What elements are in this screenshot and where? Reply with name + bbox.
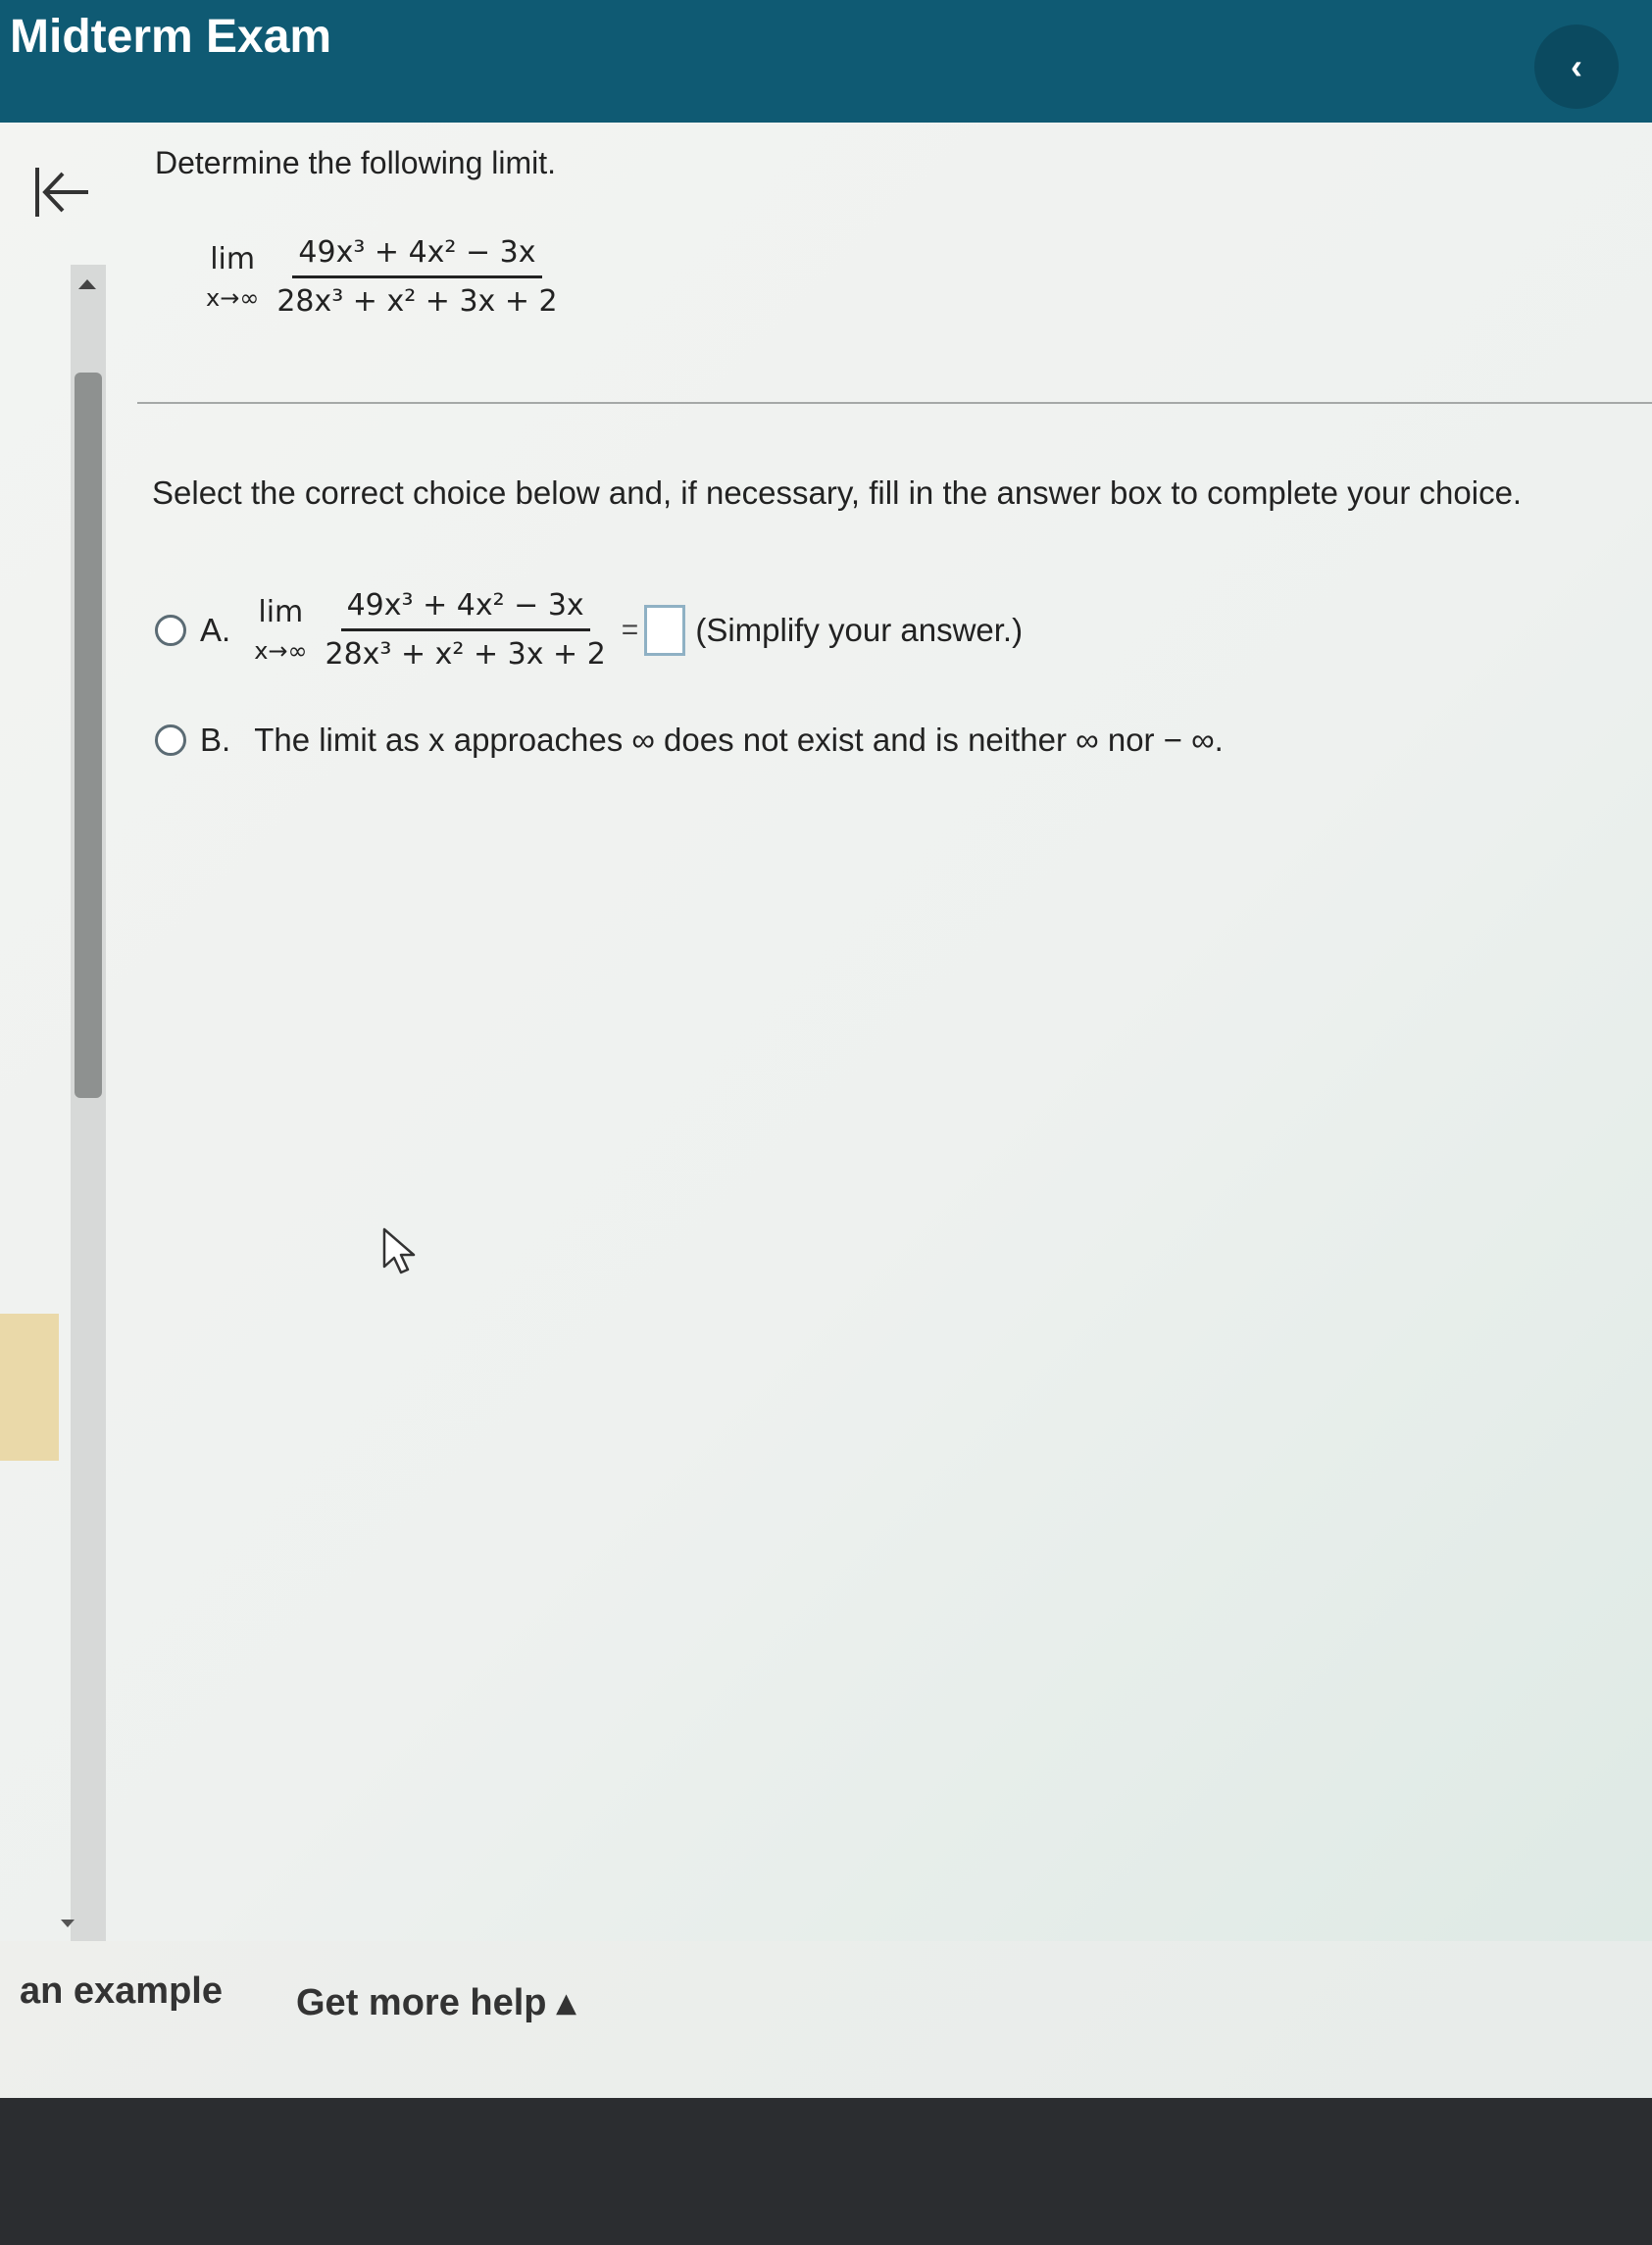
choice-b[interactable]: B. The limit as x approaches ∞ does not … (155, 722, 1224, 759)
scroll-down-arrow-icon[interactable] (61, 1920, 75, 1927)
choice-a-radio[interactable] (155, 614, 186, 646)
top-bar: Midterm Exam ‹ (0, 0, 1652, 123)
lim-approach: x→∞ (254, 637, 308, 665)
limit-fraction: 49x³ + 4x² − 3x 28x³ + x² + 3x + 2 (271, 235, 563, 319)
choice-a[interactable]: A. lim x→∞ 49x³ + 4x² − 3x 28x³ + x² + 3… (155, 588, 1023, 672)
bottom-bar (0, 2098, 1652, 2245)
scrollbar-thumb[interactable] (75, 373, 102, 1098)
question-panel (0, 123, 1652, 2064)
answer-input-box[interactable] (644, 604, 686, 656)
view-example-link[interactable]: an example (20, 1971, 223, 2013)
choice-a-letter: A. (200, 611, 231, 648)
lim-label: lim (210, 242, 256, 276)
limit-expression: lim x→∞ 49x³ + 4x² − 3x 28x³ + x² + 3x +… (206, 235, 564, 319)
chevron-left-icon: ‹ (1571, 46, 1582, 86)
mouse-pointer-icon (382, 1227, 416, 1274)
instruction-text: Select the correct choice below and, if … (152, 474, 1523, 511)
limit-fraction: 49x³ + 4x² − 3x 28x³ + x² + 3x + 2 (320, 588, 612, 672)
choice-b-radio[interactable] (155, 724, 186, 756)
scroll-up-arrow-icon[interactable] (78, 279, 96, 289)
section-divider (137, 402, 1652, 404)
fraction-denominator: 28x³ + x² + 3x + 2 (325, 637, 606, 672)
equals-sign: = (621, 613, 639, 646)
page-title: Midterm Exam (10, 11, 332, 63)
get-more-help-button[interactable]: Get more help ▴ (296, 1980, 576, 2024)
choice-a-expression: lim x→∞ 49x³ + 4x² − 3x 28x³ + x² + 3x +… (254, 588, 612, 672)
collapse-panel-button[interactable]: ‹ (1534, 25, 1619, 109)
side-tab[interactable] (0, 1314, 59, 1461)
fraction-numerator: 49x³ + 4x² − 3x (340, 588, 590, 631)
footer-bar: an example Get more help ▴ (0, 1941, 1652, 2098)
collapse-left-icon[interactable] (31, 162, 92, 223)
fraction-denominator: 28x³ + x² + 3x + 2 (276, 284, 558, 319)
choice-b-text: The limit as x approaches ∞ does not exi… (254, 722, 1224, 758)
question-prompt: Determine the following limit. (155, 145, 557, 180)
simplify-hint: (Simplify your answer.) (695, 611, 1024, 648)
lim-label: lim (258, 595, 304, 629)
fraction-numerator: 49x³ + 4x² − 3x (292, 235, 542, 278)
lim-approach: x→∞ (206, 284, 260, 312)
choice-b-letter: B. (200, 722, 231, 758)
